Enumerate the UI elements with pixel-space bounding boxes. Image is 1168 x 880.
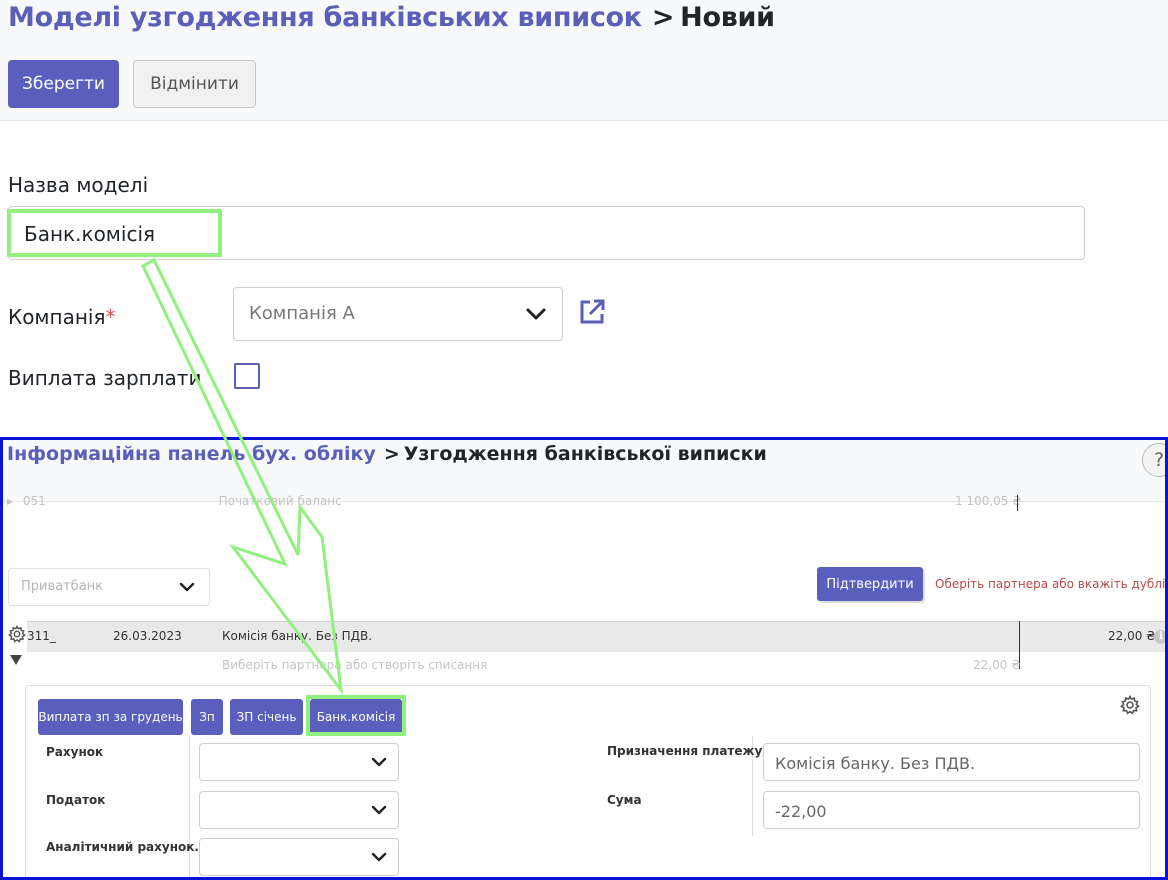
inset-breadcrumb-current: Узгодження банківської виписки xyxy=(403,443,767,465)
breadcrumb-separator: > xyxy=(651,2,675,33)
caret-down-icon[interactable] xyxy=(9,654,23,666)
account-label: Рахунок xyxy=(46,745,104,759)
payment-purpose-value: Комісія банку. Без ПДВ. xyxy=(775,754,976,773)
opening-balance-row: ▸ 051 Початковий баланс xyxy=(7,494,342,508)
gear-icon[interactable] xyxy=(8,625,26,643)
analytic-account-label: Аналітичний рахунок. xyxy=(46,840,199,854)
confirm-button[interactable]: Підтвердити xyxy=(817,567,923,601)
breadcrumb-parent-link[interactable]: Моделі узгодження банківських виписок xyxy=(8,2,642,33)
model-button-salary[interactable]: Зп xyxy=(191,699,223,735)
company-select-value: Компанія А xyxy=(249,303,355,324)
highlight-model-name xyxy=(7,209,222,257)
save-button[interactable]: Зберегти xyxy=(8,60,119,108)
salary-payment-checkbox[interactable] xyxy=(234,363,260,389)
partner-warning: Оберіть партнера або вкажіть дублікат xyxy=(935,577,1168,591)
analytic-account-select[interactable] xyxy=(199,838,399,876)
form-header: Моделі узгодження банківських виписок > Но… xyxy=(0,0,1168,121)
statement-line-row[interactable] xyxy=(27,621,1165,652)
external-link-icon[interactable] xyxy=(577,297,607,327)
reconciliation-screenshot: Інформаційна панель бух. обліку > Узгоджен… xyxy=(0,437,1168,880)
opening-balance-caret: ▸ xyxy=(7,494,14,508)
statement-line-amount: 22,00 ₴ xyxy=(1108,629,1156,643)
gear-icon[interactable] xyxy=(1120,695,1140,715)
inset-breadcrumb-parent-link[interactable]: Інформаційна панель бух. обліку xyxy=(7,443,376,465)
inset-breadcrumb: Інформаційна панель бух. обліку > Узгоджен… xyxy=(7,443,767,465)
model-button-salary-january[interactable]: ЗП січень xyxy=(230,699,303,735)
required-mark: * xyxy=(105,305,116,329)
column-divider xyxy=(1017,495,1018,511)
chevron-down-icon[interactable] xyxy=(371,803,387,817)
breadcrumb: Моделі узгодження банківських виписок > Но… xyxy=(8,2,775,33)
cancel-button[interactable]: Відмінити xyxy=(133,60,256,108)
model-name-label: Назва моделі xyxy=(8,173,149,197)
help-icon[interactable]: ? xyxy=(1142,443,1165,477)
chevron-down-icon[interactable] xyxy=(371,850,387,864)
breadcrumb-current: Новий xyxy=(680,2,775,33)
salary-payment-label: Виплата зарплати xyxy=(8,366,202,390)
chevron-down-icon[interactable] xyxy=(179,580,195,594)
select-partner-hint: Виберіть партнера або створіть списання xyxy=(222,658,488,672)
highlight-bank-fee-button xyxy=(306,695,406,736)
company-label: Компанія* xyxy=(8,305,116,329)
statement-line-id: 311_ xyxy=(27,629,56,643)
chevron-down-icon[interactable] xyxy=(371,755,387,769)
info-icon[interactable]: i xyxy=(1154,630,1165,644)
field-divider xyxy=(189,736,190,877)
payment-purpose-label: Призначення платежу xyxy=(607,744,763,758)
chevron-down-icon[interactable] xyxy=(525,304,547,324)
amount-value: -22,00 xyxy=(775,802,827,821)
amount-label: Сума xyxy=(607,793,642,807)
sub-line-amount: 22,00 ₴ xyxy=(973,658,1021,672)
account-select[interactable] xyxy=(199,743,399,781)
company-label-text: Компанія xyxy=(8,305,106,329)
bank-journal-value: Приватбанк xyxy=(21,579,104,594)
statement-line-date: 26.03.2023 xyxy=(113,629,182,643)
inset-header: Інформаційна панель бух. обліку > Узгоджен… xyxy=(3,440,1165,502)
tax-select[interactable] xyxy=(199,791,399,829)
opening-balance-amount: 1 100,05 ₴ xyxy=(955,494,1022,508)
opening-balance-id: 051 xyxy=(22,494,46,508)
inset-breadcrumb-separator: > xyxy=(383,443,400,465)
page-root: Моделі узгодження банківських виписок > Но… xyxy=(0,0,1168,880)
opening-balance-label: Початковий баланс xyxy=(218,494,342,508)
statement-line-label: Комісія банку. Без ПДВ. xyxy=(222,629,373,643)
model-button-salary-december[interactable]: Виплата зп за грудень xyxy=(38,699,183,735)
tax-label: Податок xyxy=(46,793,106,807)
